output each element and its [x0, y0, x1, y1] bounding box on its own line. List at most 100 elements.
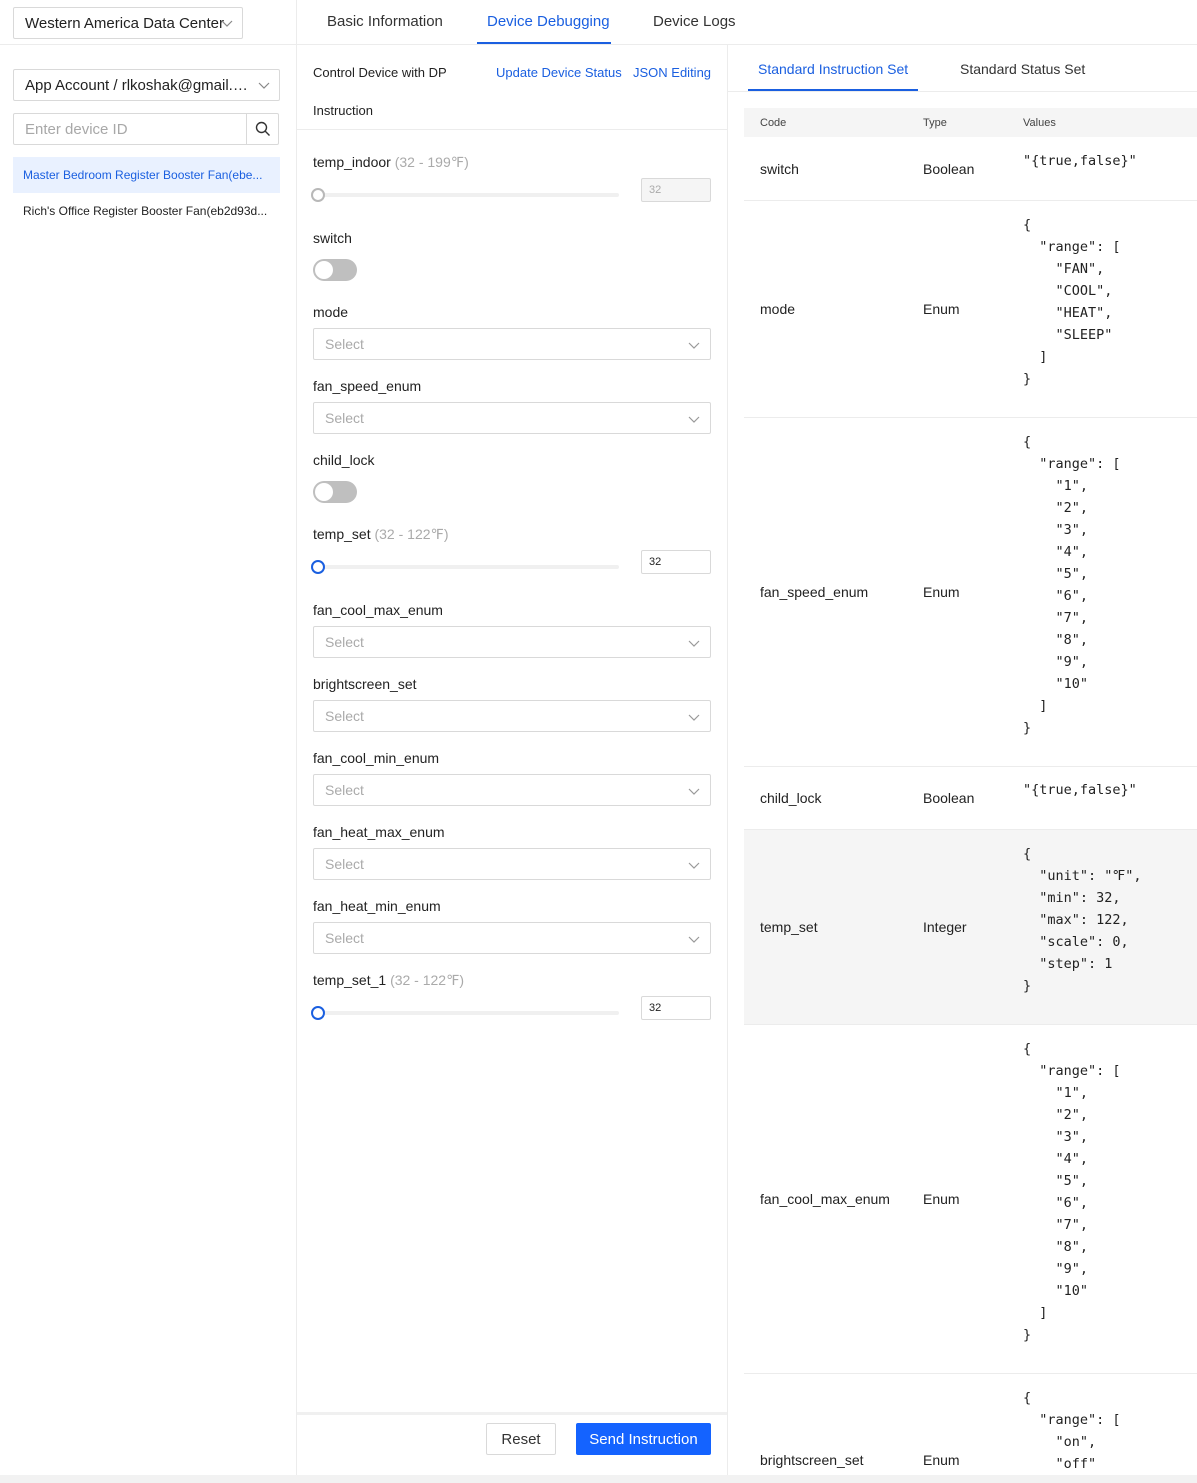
cell-code: fan_cool_max_enum [760, 1191, 890, 1207]
slider-handle[interactable] [311, 1006, 325, 1020]
device-sidebar: Western America Data Center App Account … [0, 0, 297, 1475]
instruction-set-panel: Standard Instruction Set Standard Status… [728, 45, 1197, 1483]
device-id-input[interactable] [14, 114, 248, 144]
slider-handle [311, 188, 325, 202]
cell-values: "{true,false}" [1023, 153, 1137, 169]
child-lock-toggle[interactable] [313, 481, 357, 503]
fan-heat-min-enum-select[interactable]: Select [313, 922, 711, 954]
json-editing-link[interactable]: JSON Editing [633, 65, 711, 80]
cell-values: { "range": [ "on", "off" [1023, 1390, 1121, 1472]
search-icon [255, 121, 270, 136]
control-panel: Control Device with DP Instruction Updat… [297, 45, 728, 1475]
cell-type: Enum [923, 1452, 960, 1468]
field-range: (32 - 122℉) [374, 526, 449, 542]
fan-cool-max-enum-select[interactable]: Select [313, 626, 711, 658]
table-row: temp_set Integer { "unit": "℉", "min": 3… [744, 830, 1197, 1025]
brightscreen-set-select[interactable]: Select [313, 700, 711, 732]
fan-cool-min-enum-select[interactable]: Select [313, 774, 711, 806]
field-label-switch: switch [313, 230, 352, 246]
chevron-down-icon [688, 788, 700, 795]
cell-values: { "range": [ "FAN", "COOL", "HEAT", "SLE… [1023, 217, 1121, 387]
field-label-fan-heat-max-enum: fan_heat_max_enum [313, 824, 445, 840]
select-placeholder: Select [325, 856, 364, 872]
reset-button[interactable]: Reset [486, 1423, 556, 1455]
fan-heat-max-enum-select[interactable]: Select [313, 848, 711, 880]
account-label: App Account / rlkoshak@gmail.com [25, 77, 250, 94]
device-list-item[interactable]: Master Bedroom Register Booster Fan(ebe.… [13, 157, 280, 193]
field-label-child-lock: child_lock [313, 452, 375, 468]
temp-set-1-input[interactable]: 32 [641, 996, 711, 1020]
chevron-down-icon [221, 20, 233, 27]
divider [728, 91, 1197, 92]
tab-device-logs[interactable]: Device Logs [653, 13, 736, 30]
divider [297, 129, 727, 130]
active-tab-indicator [477, 42, 611, 44]
control-title: Control Device with DP [313, 65, 447, 80]
field-label-mode: mode [313, 304, 349, 320]
cell-type: Integer [923, 919, 967, 935]
cell-code: fan_speed_enum [760, 584, 869, 600]
field-label-fan-cool-max-enum: fan_cool_max_enum [313, 602, 443, 618]
tab-standard-status-set[interactable]: Standard Status Set [960, 61, 1085, 77]
divider [0, 44, 297, 45]
tab-device-debugging[interactable]: Device Debugging [487, 13, 610, 30]
cell-code: switch [760, 161, 799, 177]
control-title-line2: Instruction [313, 103, 373, 118]
temp-set-1-slider[interactable] [311, 1006, 619, 1020]
temp-indoor-slider [311, 188, 619, 202]
select-placeholder: Select [325, 930, 364, 946]
chevron-down-icon [688, 342, 700, 349]
column-header-type: Type [923, 117, 947, 129]
tab-standard-instruction-set[interactable]: Standard Instruction Set [758, 61, 908, 77]
main-tabs: Basic Information Device Debugging Devic… [297, 0, 1197, 45]
field-label-temp-set: temp_set (32 - 122℉) [313, 526, 449, 543]
chevron-down-icon [688, 936, 700, 943]
table-row: fan_cool_max_enum Enum { "range": [ "1",… [744, 1025, 1197, 1374]
table-row: switch Boolean "{true,false}" [744, 137, 1197, 201]
column-header-values: Values [1023, 117, 1056, 129]
field-range: (32 - 122℉) [390, 972, 465, 988]
table-row: mode Enum { "range": [ "FAN", "COOL", "H… [744, 201, 1197, 418]
slider-handle[interactable] [311, 560, 325, 574]
chevron-down-icon [688, 640, 700, 647]
update-device-status-link[interactable]: Update Device Status [496, 65, 622, 80]
field-label-fan-heat-min-enum: fan_heat_min_enum [313, 898, 441, 914]
select-placeholder: Select [325, 782, 364, 798]
select-placeholder: Select [325, 336, 364, 352]
field-label-fan-speed-enum: fan_speed_enum [313, 378, 422, 394]
table-row: fan_speed_enum Enum { "range": [ "1", "2… [744, 418, 1197, 767]
temp-indoor-input: 32 [641, 178, 711, 202]
chevron-down-icon [688, 862, 700, 869]
chevron-down-icon [258, 82, 270, 89]
field-name: temp_set [313, 526, 371, 542]
divider [297, 1412, 727, 1415]
fan-speed-enum-select[interactable]: Select [313, 402, 711, 434]
send-instruction-button[interactable]: Send Instruction [576, 1423, 711, 1455]
mode-select[interactable]: Select [313, 328, 711, 360]
cell-type: Boolean [923, 161, 975, 177]
device-list-item[interactable]: Rich's Office Register Booster Fan(eb2d9… [13, 193, 280, 229]
temp-set-slider[interactable] [311, 560, 619, 574]
cell-values: "{true,false}" [1023, 782, 1137, 798]
tab-basic-information[interactable]: Basic Information [327, 13, 443, 30]
field-name: temp_set_1 [313, 972, 387, 988]
toggle-knob [315, 483, 333, 501]
chevron-down-icon [688, 714, 700, 721]
search-button[interactable] [246, 114, 278, 144]
field-range: (32 - 199℉) [394, 154, 469, 170]
temp-set-input[interactable]: 32 [641, 550, 711, 574]
account-select[interactable]: App Account / rlkoshak@gmail.com [13, 69, 280, 101]
switch-toggle[interactable] [313, 259, 357, 281]
cell-type: Enum [923, 1191, 960, 1207]
cell-code: child_lock [760, 790, 822, 806]
table-row: brightscreen_set Enum { "range": [ "on",… [744, 1374, 1197, 1483]
cell-type: Boolean [923, 790, 975, 806]
field-label-temp-indoor: temp_indoor (32 - 199℉) [313, 154, 469, 171]
cell-values: { "unit": "℉", "min": 32, "max": 122, "s… [1023, 846, 1142, 994]
table-header: Code Type Values [744, 108, 1197, 137]
cell-values: { "range": [ "1", "2", "3", "4", "5", "6… [1023, 1041, 1121, 1343]
table-row: child_lock Boolean "{true,false}" [744, 767, 1197, 830]
field-label-brightscreen-set: brightscreen_set [313, 676, 417, 692]
cell-code: temp_set [760, 919, 818, 935]
data-center-select[interactable]: Western America Data Center [13, 7, 243, 39]
